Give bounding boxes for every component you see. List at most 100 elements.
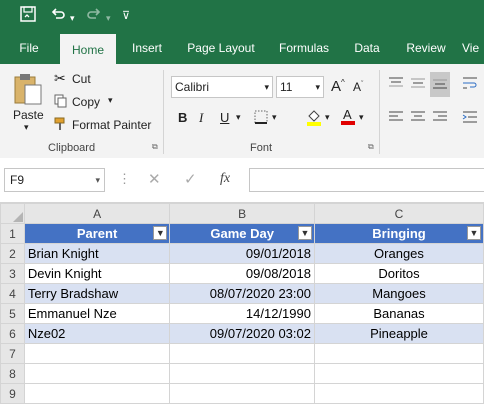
filter-dropdown-icon[interactable]: ▼ — [153, 226, 168, 240]
select-all-corner[interactable] — [0, 203, 25, 224]
table-cell[interactable] — [313, 343, 484, 364]
customize-toolbar-icon[interactable]: ⊽ — [122, 6, 130, 26]
tab-review[interactable]: Review — [398, 34, 454, 64]
name-box-dropdown-icon[interactable]: ▾ — [95, 169, 100, 191]
top-align-icon[interactable] — [388, 76, 404, 93]
filter-dropdown-icon[interactable]: ▼ — [297, 226, 312, 240]
table-cell[interactable]: 09/01/2018 — [169, 243, 315, 264]
column-header-c[interactable]: C — [313, 203, 484, 224]
align-right-icon[interactable] — [432, 110, 448, 127]
tab-home[interactable]: Home — [60, 34, 116, 66]
paste-dropdown-icon[interactable]: ▾ — [24, 122, 29, 133]
table-header-cell[interactable]: Game Day ▼ — [169, 223, 315, 244]
font-dialog-launcher-icon[interactable]: ⧉ — [368, 142, 374, 152]
row-header[interactable]: 3 — [0, 263, 25, 284]
font-name-select[interactable]: Calibri ▾ — [171, 76, 273, 98]
decrease-font-size-icon[interactable]: Aˇ — [353, 80, 363, 94]
table-cell[interactable]: Bananas — [313, 303, 484, 324]
row-header[interactable]: 6 — [0, 323, 25, 344]
table-cell[interactable]: 14/12/1990 — [169, 303, 315, 324]
table-cell[interactable]: 08/07/2020 23:00 — [169, 283, 315, 304]
table-cell[interactable] — [23, 343, 171, 364]
worksheet-grid[interactable]: A B C 1 Parent ▼ Game Day ▼ Bringing ▼ 2 Br… — [0, 203, 484, 404]
table-cell[interactable] — [169, 363, 315, 384]
table-cell[interactable]: Brian Knight — [23, 243, 171, 264]
tab-data[interactable]: Data — [346, 34, 388, 64]
middle-align-icon[interactable] — [410, 76, 426, 93]
row-header[interactable]: 7 — [0, 343, 25, 364]
row-header[interactable]: 9 — [0, 383, 25, 404]
undo-dropdown-icon[interactable]: ▾ — [70, 8, 75, 28]
row-header[interactable]: 1 — [0, 223, 25, 244]
align-left-icon[interactable] — [388, 110, 404, 127]
indent-icon[interactable] — [462, 110, 478, 127]
redo-dropdown-icon[interactable]: ▾ — [106, 8, 111, 28]
clipboard-dialog-launcher-icon[interactable]: ⧉ — [152, 142, 158, 152]
table-cell[interactable]: Devin Knight — [23, 263, 171, 284]
bottom-align-icon[interactable] — [430, 72, 450, 97]
fill-color-icon[interactable] — [306, 108, 322, 129]
table-cell[interactable]: Doritos — [313, 263, 484, 284]
align-center-icon[interactable] — [410, 110, 426, 127]
undo-icon[interactable] — [50, 6, 66, 28]
table-header-cell[interactable]: Parent ▼ — [23, 223, 171, 244]
font-color-icon[interactable]: A — [340, 107, 356, 128]
paste-button[interactable]: Paste ▾ — [8, 70, 48, 133]
tab-insert[interactable]: Insert — [124, 34, 170, 64]
cut-icon[interactable]: ✂ — [54, 70, 66, 87]
tab-file[interactable]: File — [8, 34, 50, 64]
font-size-select[interactable]: 11 ▾ — [276, 76, 324, 98]
table-cell[interactable]: 09/07/2020 03:02 — [169, 323, 315, 344]
filter-dropdown-icon[interactable]: ▼ — [467, 226, 481, 240]
row-header[interactable]: 8 — [0, 363, 25, 384]
table-cell[interactable]: Oranges — [313, 243, 484, 264]
redo-icon[interactable] — [86, 6, 102, 28]
table-cell[interactable] — [169, 343, 315, 364]
table-cell[interactable]: Terry Bradshaw — [23, 283, 171, 304]
table-cell[interactable] — [23, 383, 171, 404]
table-cell[interactable]: Mangoes — [313, 283, 484, 304]
borders-dropdown-icon[interactable]: ▾ — [272, 112, 277, 123]
italic-icon[interactable]: I — [199, 110, 203, 126]
borders-icon[interactable] — [254, 110, 268, 127]
table-cell[interactable] — [313, 383, 484, 404]
copy-button[interactable]: Copy — [72, 95, 100, 109]
underline-icon[interactable]: U — [220, 110, 229, 125]
increase-font-size-icon[interactable]: A^ — [331, 78, 345, 95]
column-header-b[interactable]: B — [169, 203, 315, 224]
table-cell[interactable] — [23, 363, 171, 384]
bold-icon[interactable]: B — [178, 110, 187, 125]
enter-icon[interactable]: ✓ — [184, 170, 197, 188]
table-cell[interactable] — [313, 363, 484, 384]
insert-function-icon[interactable]: fx — [220, 171, 230, 187]
table-cell[interactable]: Pineapple — [313, 323, 484, 344]
row-header[interactable]: 5 — [0, 303, 25, 324]
copy-icon[interactable] — [54, 94, 68, 111]
formula-bar-resize-handle[interactable]: ⋮ — [118, 171, 131, 187]
wrap-text-icon[interactable] — [462, 76, 478, 93]
cut-button[interactable]: Cut — [72, 72, 91, 86]
tab-view[interactable]: Vie — [462, 34, 484, 64]
format-painter-icon[interactable] — [54, 117, 68, 134]
fill-color-dropdown-icon[interactable]: ▾ — [325, 112, 330, 123]
formula-input[interactable] — [249, 168, 484, 192]
font-color-dropdown-icon[interactable]: ▾ — [359, 112, 364, 123]
table-cell[interactable]: 09/08/2018 — [169, 263, 315, 284]
underline-dropdown-icon[interactable]: ▾ — [236, 112, 241, 123]
table-header-cell[interactable]: Bringing ▼ — [313, 223, 484, 244]
row-header[interactable]: 4 — [0, 283, 25, 304]
copy-dropdown-icon[interactable]: ▾ — [108, 95, 113, 106]
format-painter-button[interactable]: Format Painter — [72, 118, 151, 132]
table-cell[interactable] — [169, 383, 315, 404]
table-cell[interactable]: Nze02 — [23, 323, 171, 344]
column-header-a[interactable]: A — [23, 203, 171, 224]
table-cell[interactable]: Emmanuel Nze — [23, 303, 171, 324]
save-icon[interactable] — [20, 6, 36, 28]
row-header[interactable]: 2 — [0, 243, 25, 264]
name-box[interactable]: F9 ▾ — [4, 168, 105, 192]
font-size-dropdown-icon[interactable]: ▾ — [315, 77, 320, 97]
tab-formulas[interactable]: Formulas — [272, 34, 336, 64]
cancel-icon[interactable]: ✕ — [148, 170, 161, 188]
tab-page-layout[interactable]: Page Layout — [180, 34, 262, 64]
font-name-dropdown-icon[interactable]: ▾ — [264, 77, 269, 97]
